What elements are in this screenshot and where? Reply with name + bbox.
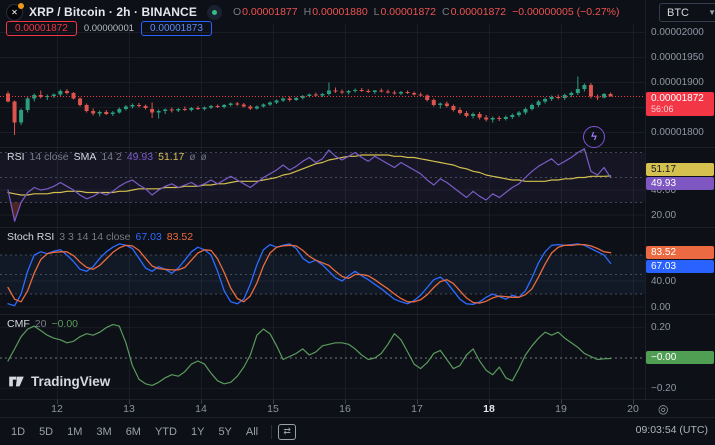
ohlc-values: O0.00001877 H0.00001880 L0.00001872 C0.0… <box>232 6 620 18</box>
open-value: 0.00001877 <box>242 6 298 18</box>
time-label-20: 20 <box>627 403 639 415</box>
axis-price-label: 0.00001900 <box>651 77 704 88</box>
axis-price-label: 0.00 <box>651 301 671 313</box>
symbol-title[interactable]: XRP / Bitcoin · 2h · BINANCE <box>29 5 197 19</box>
notification-dot-icon <box>18 2 24 9</box>
sell-button[interactable]: 0.00001872 <box>6 21 77 36</box>
rsi-legend: RSI 14 close SMA 14 2 49.93 51.17 ø ø <box>7 151 207 163</box>
bottom-toolbar: 1D 5D 1M 3M 6M YTD 1Y 5Y All ⇄ <box>0 418 715 445</box>
axis-price-label: 0.00001950 <box>651 52 704 63</box>
main-price-chart[interactable] <box>0 24 645 148</box>
cmf-badge: −0.00 <box>646 351 714 364</box>
xrp-logo-icon: ✕ <box>6 2 24 21</box>
tradingview-mark-icon <box>9 376 24 387</box>
time-label-16: 16 <box>339 403 351 415</box>
range-ytd[interactable]: YTD <box>148 423 184 441</box>
axis-price-label: −0.20 <box>651 382 677 394</box>
time-label-13: 13 <box>123 403 135 415</box>
pane-separator[interactable] <box>0 147 715 148</box>
time-label-17: 17 <box>411 403 423 415</box>
buy-button[interactable]: 0.00001873 <box>141 21 212 36</box>
rsi-sma-title[interactable]: SMA <box>74 151 97 163</box>
stoch-d-value: 83.52 <box>166 231 194 243</box>
rsi-value: 49.93 <box>126 151 154 163</box>
change-value: −0.00000005 (−0.27%) <box>512 6 620 18</box>
range-3m[interactable]: 3M <box>89 423 118 441</box>
scroll-to-realtime-icon[interactable]: ◎ <box>658 402 668 416</box>
tradingview-chart-app: ✕ XRP / Bitcoin · 2h · BINANCE O0.000018… <box>0 0 715 445</box>
spread-value: 0.00000001 <box>83 23 135 34</box>
low-value: 0.00001872 <box>380 6 436 18</box>
axis-price-label: 0.00001800 <box>651 127 704 138</box>
axis-price-label: 0.20 <box>651 322 671 334</box>
range-6m[interactable]: 6M <box>119 423 148 441</box>
candles <box>6 76 613 135</box>
pane-separator[interactable] <box>0 227 715 228</box>
toolbar-divider <box>271 424 273 439</box>
last-price-badge: 0.00001872 56:06 <box>646 92 714 116</box>
chevron-down-icon: ▼ <box>708 8 715 17</box>
stoch-k-value: 67.03 <box>135 231 162 243</box>
go-to-date-icon[interactable]: ⇄ <box>278 423 297 440</box>
close-value: 0.00001872 <box>450 6 507 18</box>
market-status-icon[interactable] <box>206 4 222 20</box>
time-label-12: 12 <box>51 403 63 415</box>
range-1d[interactable]: 1D <box>4 423 32 441</box>
currency-dropdown[interactable]: BTC ▼ <box>659 3 715 22</box>
range-1y[interactable]: 1Y <box>184 423 211 441</box>
rsi-badge: 49.93 <box>646 177 714 190</box>
time-label-15: 15 <box>267 403 279 415</box>
stoch-title[interactable]: Stoch RSI <box>7 231 54 243</box>
axis-price-label: 20.00 <box>651 209 677 221</box>
stoch-d-badge: 83.52 <box>646 246 714 259</box>
stoch-legend: Stoch RSI 3 3 14 14 close 67.03 83.52 <box>7 231 194 243</box>
symbol-legend: ✕ XRP / Bitcoin · 2h · BINANCE O0.000018… <box>6 2 620 21</box>
order-buttons: 0.00001872 0.00000001 0.00001873 <box>6 21 212 36</box>
cmf-legend: CMF 20 −0.00 <box>7 318 79 330</box>
stoch-k-badge: 67.03 <box>646 260 714 273</box>
price-axis-border <box>645 0 646 400</box>
flash-icon[interactable]: ϟ <box>583 126 605 148</box>
range-5y[interactable]: 5Y <box>211 423 238 441</box>
hidden-value-icon[interactable]: ø <box>201 152 207 163</box>
time-axis[interactable]: 12 13 14 15 16 17 18 19 20 ◎ <box>0 400 715 418</box>
bar-countdown: 56:06 <box>651 104 674 114</box>
range-5d[interactable]: 5D <box>32 423 60 441</box>
time-label-18: 18 <box>483 403 495 415</box>
axis-price-label: 0.00002000 <box>651 27 704 38</box>
rsi-sma-value: 51.17 <box>158 151 185 163</box>
high-value: 0.00001880 <box>312 6 368 18</box>
range-1m[interactable]: 1M <box>60 423 89 441</box>
time-label-19: 19 <box>555 403 567 415</box>
tradingview-logo[interactable]: TradingView <box>8 373 110 390</box>
cmf-title[interactable]: CMF <box>7 318 30 330</box>
clock-utc[interactable]: 09:03:54 (UTC) <box>636 424 708 436</box>
pane-separator[interactable] <box>0 314 715 315</box>
range-all[interactable]: All <box>239 423 265 441</box>
hidden-value-icon[interactable]: ø <box>189 152 195 163</box>
time-label-14: 14 <box>195 403 207 415</box>
rsi-title[interactable]: RSI <box>7 151 25 163</box>
cmf-value: −0.00 <box>51 318 79 330</box>
rsi-sma-badge: 51.17 <box>646 163 714 176</box>
axis-price-label: 40.00 <box>651 275 677 287</box>
